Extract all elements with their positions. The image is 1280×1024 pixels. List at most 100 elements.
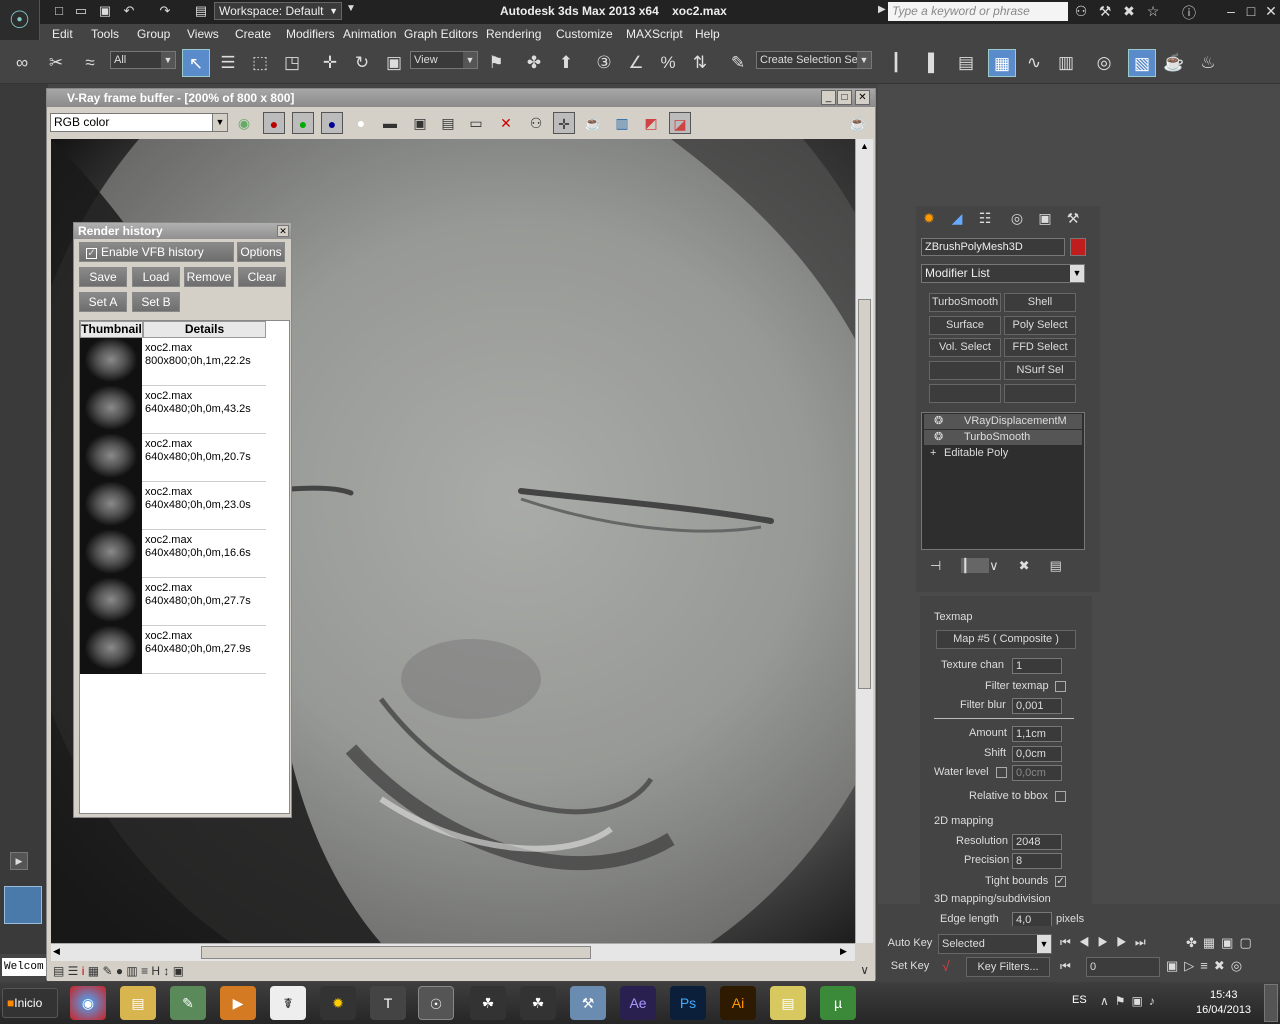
load-button[interactable]: Load [132,267,180,287]
save-button[interactable]: Save [79,267,127,287]
render-history-title[interactable]: Render history [74,223,291,239]
surface-button[interactable]: Surface [929,316,1001,335]
close-icon[interactable]: ✕ [1262,3,1280,21]
turbosmooth-button[interactable]: TurboSmooth [929,293,1001,312]
help-icon[interactable]: ⓘ [1180,3,1198,21]
rotate-icon[interactable]: ↻ [348,49,376,77]
material-editor-icon[interactable]: ◎ [1090,49,1118,77]
checkbox[interactable]: ✓ [86,248,97,259]
chevron-down-icon[interactable]: ▼ [346,3,356,14]
load-image-icon[interactable]: ▭ [465,112,487,134]
water-level-checkbox[interactable] [996,767,1007,778]
alpha-channel-icon[interactable]: ● [350,112,372,134]
options-button[interactable]: Options [237,242,285,262]
vertical-scrollbar[interactable]: ▲ [855,139,873,943]
after-effects-icon[interactable]: Ae [620,986,656,1020]
stack-item-vraydisplacement[interactable]: VRayDisplacementM ❂ [924,414,1082,429]
undo-icon[interactable]: ↶ [120,3,138,19]
media-player-icon[interactable]: ▶ [220,986,256,1020]
shell-button[interactable]: Shell [1004,293,1076,312]
unlink-icon[interactable]: ✂ [42,49,70,77]
angle-snap-icon[interactable]: ∠ [622,49,650,77]
align-icon[interactable]: ▐ [914,49,942,77]
scroll-right-icon[interactable]: ▶ [840,946,853,959]
rendered-frame-window-icon[interactable]: ☕ [1160,49,1188,77]
show-history-icon[interactable]: ▥ [611,112,633,134]
texture-chan-spinner[interactable]: 1 [1012,658,1062,674]
selection-set-dropdown[interactable]: Selected ▼ [938,934,1052,954]
ab-compare-icon[interactable]: ◩ [640,112,662,134]
edge-length-spinner[interactable]: 4,0 [1012,912,1052,926]
create-tab-icon[interactable]: ✹ [918,210,940,230]
close-icon[interactable]: ✕ [855,90,870,105]
lightbulb-icon[interactable]: ❂ [934,414,943,429]
list-item[interactable]: xoc2.max 640x480;0h,0m,43.2s [80,386,266,434]
rectangular-selection-icon[interactable]: ⬚ [246,49,274,77]
chevron-right-icon[interactable]: ▶ [878,4,886,15]
set-b-button[interactable]: Set B [132,292,180,312]
topogun-icon[interactable]: T [370,986,406,1020]
save-all-channels-icon[interactable]: ▤ [437,112,459,134]
start-button[interactable]: ■Inicio [2,988,58,1018]
key-tangent-icon[interactable]: √ [942,958,950,974]
tray-icons[interactable]: ∧⚑▣♪ [1100,994,1161,1008]
set-a-button[interactable]: Set A [79,292,127,312]
vfb-title-bar[interactable]: V-Ray frame buffer - [200% of 800 x 800] [47,89,875,107]
enable-vfb-history-toggle[interactable]: ✓ Enable VFB history [79,242,234,262]
app-logo-icon[interactable]: ☉ [0,0,40,40]
menu-modifiers[interactable]: Modifiers [286,27,335,41]
render-production-icon[interactable]: ♨ [1194,49,1222,77]
horizontal-scroll-thumb[interactable] [201,946,591,959]
new-file-icon[interactable]: □ [50,3,68,19]
menu-customize[interactable]: Customize [556,27,613,41]
amount-spinner[interactable]: 1,1cm [1012,726,1062,742]
empty-modifier-button[interactable] [1004,384,1076,403]
show-desktop-button[interactable] [1264,984,1278,1022]
relative-bbox-checkbox[interactable] [1055,791,1066,802]
configure-modifier-sets-icon[interactable]: ▤ [1050,558,1082,573]
named-selection-set-dropdown[interactable]: Create Selection Se ▼ [756,51,872,69]
object-name-field[interactable]: ZBrushPolyMesh3D [921,238,1065,256]
3dsmax-icon[interactable]: ☉ [418,986,454,1020]
maximize-icon[interactable]: □ [1242,3,1260,21]
nsurf-sel-button[interactable]: NSurf Sel [1004,361,1076,380]
curve-editor-icon[interactable]: ∿ [1020,49,1048,77]
horizontal-scrollbar[interactable]: ◀ ▶ [51,943,855,961]
lightbulb-icon[interactable]: ❂ [934,430,943,445]
close-icon[interactable]: ✕ [277,225,289,237]
communication-center-icon[interactable]: ✖ [1120,3,1138,21]
menu-group[interactable]: Group [137,27,170,41]
sticky-notes-icon[interactable]: ▤ [770,986,806,1020]
select-by-name-icon[interactable]: ☰ [214,49,242,77]
menu-tools[interactable]: Tools [91,27,119,41]
save-file-icon[interactable]: ▣ [96,3,114,19]
object-color-swatch[interactable] [1070,238,1086,256]
scroll-up-icon[interactable]: ▲ [858,141,871,154]
viewport-nav-icons[interactable]: ✤▦▣▢ [1186,935,1258,951]
graphite-modeling-tools-icon[interactable]: ▦ [988,49,1016,77]
schematic-view-icon[interactable]: ▥ [1052,49,1080,77]
list-item[interactable]: xoc2.max 640x480;0h,0m,27.9s [80,626,266,674]
illustrator-icon[interactable]: Ai [720,986,756,1020]
workspace-dropdown[interactable]: Workspace: Default ▼ [214,2,342,20]
texmap-button[interactable]: Map #5 ( Composite ) [936,630,1076,649]
current-frame-field[interactable]: 0 [1086,957,1160,977]
render-setup-icon[interactable]: ▧ [1128,49,1156,77]
tight-bounds-checkbox[interactable]: ✓ [1055,876,1066,887]
photoshop-icon[interactable]: Ps [670,986,706,1020]
empty-modifier-button[interactable] [929,384,1001,403]
clock-time[interactable]: 15:43 [1210,989,1238,1001]
playback-controls[interactable]: ⏮◀▶▶⏭ [1060,935,1154,950]
maximize-icon[interactable]: □ [837,90,852,105]
spinner-snap-icon[interactable]: ⇅ [686,49,714,77]
scale-icon[interactable]: ▣ [380,49,408,77]
render-last-icon[interactable]: ☕ [582,112,604,134]
filter-texmap-checkbox[interactable] [1055,681,1066,692]
modifier-list-dropdown[interactable]: Modifier List ▼ [921,264,1085,283]
duplicate-to-max-fb-icon[interactable]: ⚇ [525,112,547,134]
teapot-render-icon[interactable]: ☕ [847,112,869,134]
stack-item-turbosmooth[interactable]: TurboSmooth ❂ [924,430,1082,445]
search-input[interactable]: Type a keyword or phrase [888,2,1068,21]
minimize-icon[interactable]: – [1222,3,1240,21]
mudbox-icon[interactable]: ☤ [270,986,306,1020]
